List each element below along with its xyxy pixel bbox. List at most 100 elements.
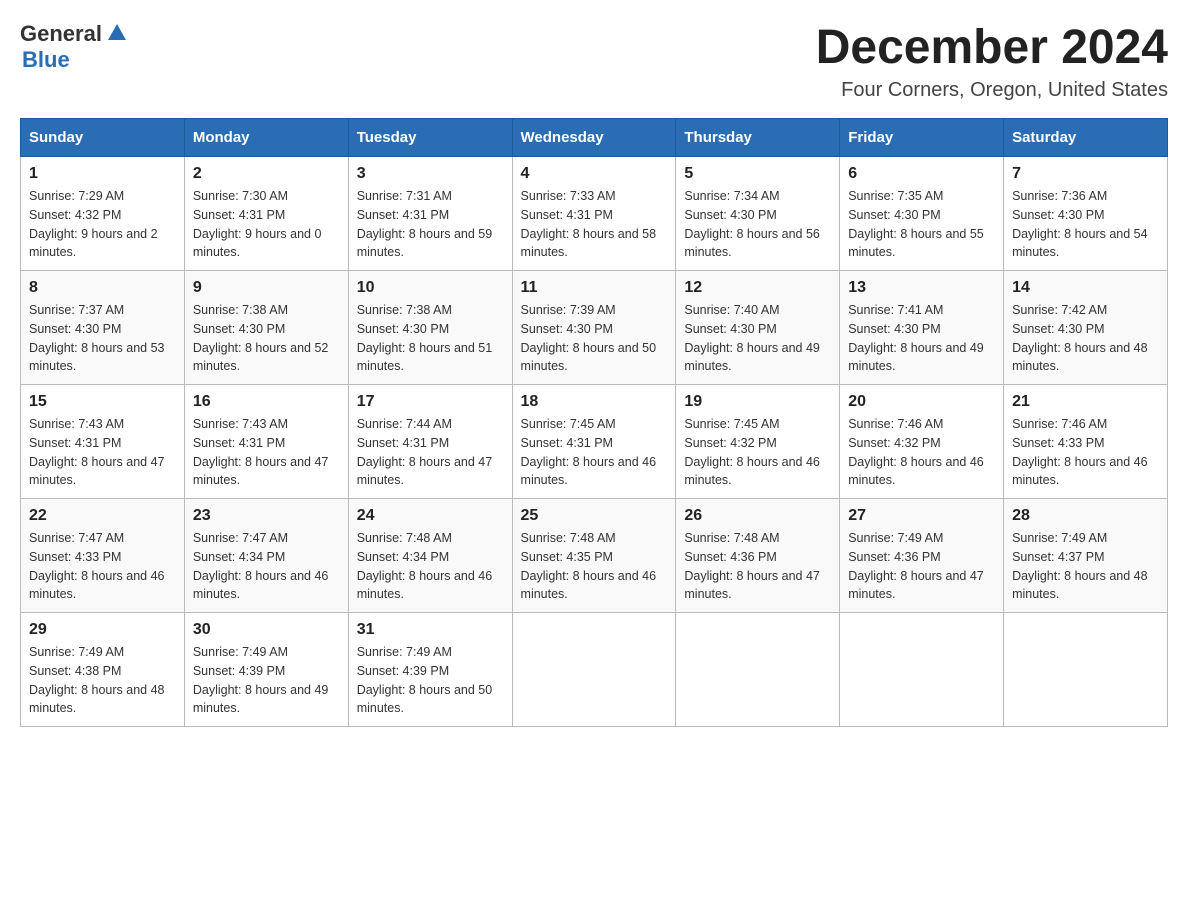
calendar-cell (512, 613, 676, 727)
day-info: Sunrise: 7:49 AMSunset: 4:39 PMDaylight:… (357, 643, 504, 718)
day-number: 20 (848, 393, 995, 411)
calendar-cell: 5 Sunrise: 7:34 AMSunset: 4:30 PMDaylight… (676, 157, 840, 271)
day-info: Sunrise: 7:38 AMSunset: 4:30 PMDaylight:… (193, 301, 340, 376)
day-info: Sunrise: 7:44 AMSunset: 4:31 PMDaylight:… (357, 415, 504, 490)
day-number: 21 (1012, 393, 1159, 411)
day-info: Sunrise: 7:49 AMSunset: 4:38 PMDaylight:… (29, 643, 176, 718)
calendar-cell: 9 Sunrise: 7:38 AMSunset: 4:30 PMDaylight… (184, 271, 348, 385)
calendar-cell: 20 Sunrise: 7:46 AMSunset: 4:32 PMDayligh… (840, 385, 1004, 499)
calendar-cell: 28Sunrise: 7:49 AMSunset: 4:37 PMDayligh… (1004, 499, 1168, 613)
day-info: Sunrise: 7:42 AMSunset: 4:30 PMDaylight:… (1012, 301, 1159, 376)
day-info: Sunrise: 7:45 AMSunset: 4:32 PMDaylight:… (684, 415, 831, 490)
calendar-cell: 24 Sunrise: 7:48 AMSunset: 4:34 PMDayligh… (348, 499, 512, 613)
calendar-cell (840, 613, 1004, 727)
day-info: Sunrise: 7:49 AMSunset: 4:37 PMDaylight:… (1012, 529, 1159, 604)
day-number: 12 (684, 279, 831, 297)
calendar-cell: 25 Sunrise: 7:48 AMSunset: 4:35 PMDayligh… (512, 499, 676, 613)
calendar-cell (1004, 613, 1168, 727)
calendar-cell: 12 Sunrise: 7:40 AMSunset: 4:30 PMDayligh… (676, 271, 840, 385)
calendar-cell: 13 Sunrise: 7:41 AMSunset: 4:30 PMDayligh… (840, 271, 1004, 385)
calendar-cell: 18Sunrise: 7:45 AMSunset: 4:31 PMDayligh… (512, 385, 676, 499)
day-info: Sunrise: 7:34 AMSunset: 4:30 PMDaylight:… (684, 187, 831, 262)
calendar-cell: 14 Sunrise: 7:42 AMSunset: 4:30 PMDayligh… (1004, 271, 1168, 385)
day-info: Sunrise: 7:43 AMSunset: 4:31 PMDaylight:… (193, 415, 340, 490)
calendar-cell: 2 Sunrise: 7:30 AMSunset: 4:31 PMDaylight… (184, 157, 348, 271)
day-number: 8 (29, 279, 176, 297)
calendar-week-row: 1Sunrise: 7:29 AMSunset: 4:32 PMDaylight… (21, 157, 1168, 271)
calendar-cell: 15 Sunrise: 7:43 AMSunset: 4:31 PMDayligh… (21, 385, 185, 499)
day-number: 9 (193, 279, 340, 297)
calendar-week-row: 29 Sunrise: 7:49 AMSunset: 4:38 PMDayligh… (21, 613, 1168, 727)
calendar-cell: 19Sunrise: 7:45 AMSunset: 4:32 PMDayligh… (676, 385, 840, 499)
calendar-cell: 21Sunrise: 7:46 AMSunset: 4:33 PMDayligh… (1004, 385, 1168, 499)
calendar-table: SundayMondayTuesdayWednesdayThursdayFrid… (20, 118, 1168, 727)
day-number: 15 (29, 393, 176, 411)
day-info: Sunrise: 7:45 AMSunset: 4:31 PMDaylight:… (521, 415, 668, 490)
day-number: 6 (848, 165, 995, 183)
calendar-cell: 3 Sunrise: 7:31 AMSunset: 4:31 PMDaylight… (348, 157, 512, 271)
day-info: Sunrise: 7:48 AMSunset: 4:34 PMDaylight:… (357, 529, 504, 604)
calendar-cell: 6 Sunrise: 7:35 AMSunset: 4:30 PMDaylight… (840, 157, 1004, 271)
calendar-cell: 26Sunrise: 7:48 AMSunset: 4:36 PMDayligh… (676, 499, 840, 613)
logo-triangle-icon (106, 22, 128, 42)
col-header-monday: Monday (184, 119, 348, 157)
day-number: 29 (29, 621, 176, 639)
calendar-cell: 4 Sunrise: 7:33 AMSunset: 4:31 PMDaylight… (512, 157, 676, 271)
day-number: 16 (193, 393, 340, 411)
day-number: 7 (1012, 165, 1159, 183)
day-info: Sunrise: 7:47 AMSunset: 4:33 PMDaylight:… (29, 529, 176, 604)
col-header-sunday: Sunday (21, 119, 185, 157)
day-info: Sunrise: 7:39 AMSunset: 4:30 PMDaylight:… (521, 301, 668, 376)
day-info: Sunrise: 7:43 AMSunset: 4:31 PMDaylight:… (29, 415, 176, 490)
calendar-cell: 29 Sunrise: 7:49 AMSunset: 4:38 PMDayligh… (21, 613, 185, 727)
day-number: 10 (357, 279, 504, 297)
calendar-cell: 17 Sunrise: 7:44 AMSunset: 4:31 PMDayligh… (348, 385, 512, 499)
calendar-cell: 22 Sunrise: 7:47 AMSunset: 4:33 PMDayligh… (21, 499, 185, 613)
day-number: 4 (521, 165, 668, 183)
day-info: Sunrise: 7:46 AMSunset: 4:32 PMDaylight:… (848, 415, 995, 490)
day-info: Sunrise: 7:30 AMSunset: 4:31 PMDaylight:… (193, 187, 340, 262)
day-info: Sunrise: 7:38 AMSunset: 4:30 PMDaylight:… (357, 301, 504, 376)
calendar-cell: 16 Sunrise: 7:43 AMSunset: 4:31 PMDayligh… (184, 385, 348, 499)
day-number: 25 (521, 507, 668, 525)
calendar-cell: 8 Sunrise: 7:37 AMSunset: 4:30 PMDaylight… (21, 271, 185, 385)
calendar-week-row: 8 Sunrise: 7:37 AMSunset: 4:30 PMDaylight… (21, 271, 1168, 385)
logo-general: General (20, 21, 102, 47)
day-number: 23 (193, 507, 340, 525)
day-number: 22 (29, 507, 176, 525)
day-info: Sunrise: 7:35 AMSunset: 4:30 PMDaylight:… (848, 187, 995, 262)
day-number: 31 (357, 621, 504, 639)
day-info: Sunrise: 7:31 AMSunset: 4:31 PMDaylight:… (357, 187, 504, 262)
col-header-thursday: Thursday (676, 119, 840, 157)
month-title: December 2024 (816, 20, 1168, 75)
calendar-cell: 27Sunrise: 7:49 AMSunset: 4:36 PMDayligh… (840, 499, 1004, 613)
col-header-saturday: Saturday (1004, 119, 1168, 157)
calendar-cell (676, 613, 840, 727)
day-info: Sunrise: 7:48 AMSunset: 4:35 PMDaylight:… (521, 529, 668, 604)
calendar-cell: 11 Sunrise: 7:39 AMSunset: 4:30 PMDayligh… (512, 271, 676, 385)
page-header: General Blue December 2024 Four Corners,… (20, 20, 1168, 102)
calendar-week-row: 22 Sunrise: 7:47 AMSunset: 4:33 PMDayligh… (21, 499, 1168, 613)
day-number: 24 (357, 507, 504, 525)
day-info: Sunrise: 7:48 AMSunset: 4:36 PMDaylight:… (684, 529, 831, 604)
calendar-cell: 30Sunrise: 7:49 AMSunset: 4:39 PMDayligh… (184, 613, 348, 727)
day-info: Sunrise: 7:49 AMSunset: 4:36 PMDaylight:… (848, 529, 995, 604)
day-number: 14 (1012, 279, 1159, 297)
day-number: 2 (193, 165, 340, 183)
day-number: 5 (684, 165, 831, 183)
day-info: Sunrise: 7:37 AMSunset: 4:30 PMDaylight:… (29, 301, 176, 376)
day-info: Sunrise: 7:41 AMSunset: 4:30 PMDaylight:… (848, 301, 995, 376)
day-number: 3 (357, 165, 504, 183)
day-number: 13 (848, 279, 995, 297)
day-info: Sunrise: 7:33 AMSunset: 4:31 PMDaylight:… (521, 187, 668, 262)
title-area: December 2024 Four Corners, Oregon, Unit… (816, 20, 1168, 102)
day-number: 17 (357, 393, 504, 411)
calendar-cell: 7Sunrise: 7:36 AMSunset: 4:30 PMDaylight… (1004, 157, 1168, 271)
col-header-tuesday: Tuesday (348, 119, 512, 157)
calendar-cell: 10 Sunrise: 7:38 AMSunset: 4:30 PMDayligh… (348, 271, 512, 385)
day-info: Sunrise: 7:29 AMSunset: 4:32 PMDaylight:… (29, 187, 176, 262)
calendar-header-row: SundayMondayTuesdayWednesdayThursdayFrid… (21, 119, 1168, 157)
day-info: Sunrise: 7:47 AMSunset: 4:34 PMDaylight:… (193, 529, 340, 604)
day-number: 11 (521, 279, 668, 297)
day-info: Sunrise: 7:40 AMSunset: 4:30 PMDaylight:… (684, 301, 831, 376)
